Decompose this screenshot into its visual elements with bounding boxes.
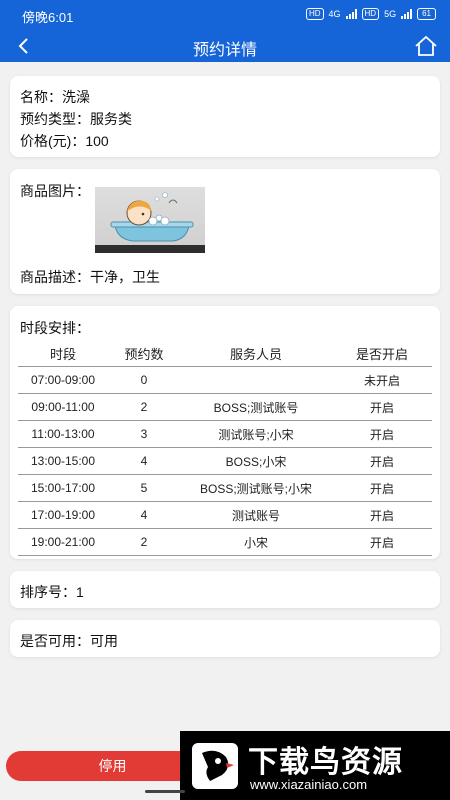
slot-staff: BOSS;测试账号;小宋 xyxy=(180,474,332,502)
slot-staff: 测试账号;小宋 xyxy=(180,420,332,448)
slot-enabled: 开启 xyxy=(332,393,432,421)
table-row: 19:00-21:00 2 小宋 开启 xyxy=(18,528,432,556)
network-4g-label: 4G xyxy=(328,9,341,19)
slot-enabled: 开启 xyxy=(332,447,432,475)
slot-time: 09:00-11:00 xyxy=(18,393,108,421)
slot-enabled: 开启 xyxy=(332,528,432,556)
nav-bar: 预约详情 xyxy=(0,30,450,62)
slot-time: 13:00-15:00 xyxy=(18,447,108,475)
sort-card: 排序号：1 xyxy=(10,571,440,608)
slot-enabled: 开启 xyxy=(332,501,432,529)
basic-info-card: 名称：洗澡 预约类型：服务类 价格(元)：100 xyxy=(10,76,440,157)
slot-staff xyxy=(180,366,332,394)
gesture-bar xyxy=(145,790,185,793)
sort-text: 排序号：1 xyxy=(20,584,84,600)
slots-title: 时段安排： xyxy=(20,320,90,336)
slot-staff: BOSS;小宋 xyxy=(180,447,332,475)
table-row: 15:00-17:00 5 BOSS;测试账号;小宋 开启 xyxy=(18,474,432,502)
table-row: 11:00-13:00 3 测试账号;小宋 开启 xyxy=(18,420,432,448)
name-text: 名称：洗澡 xyxy=(20,89,90,105)
slot-count: 2 xyxy=(108,528,180,556)
slot-staff: BOSS;测试账号 xyxy=(180,393,332,421)
slot-count: 0 xyxy=(108,366,180,394)
slot-time: 17:00-19:00 xyxy=(18,501,108,529)
slot-count: 3 xyxy=(108,420,180,448)
slot-enabled: 开启 xyxy=(332,474,432,502)
slot-count: 4 xyxy=(108,447,180,475)
table-header-row: 时段 预约数 服务人员 是否开启 xyxy=(18,340,432,367)
battery-icon: 61 xyxy=(417,8,436,20)
slot-time: 15:00-17:00 xyxy=(18,474,108,502)
watermark-banner: 下载鸟资源 www.xiazainiao.com xyxy=(180,731,450,800)
table-row: 17:00-19:00 4 测试账号 开启 xyxy=(18,501,432,529)
col-header-staff: 服务人员 xyxy=(180,340,332,367)
goods-image[interactable] xyxy=(95,187,205,253)
table-row: 09:00-11:00 2 BOSS;测试账号 开启 xyxy=(18,393,432,421)
table-row: 13:00-15:00 4 BOSS;小宋 开启 xyxy=(18,447,432,475)
slot-count: 5 xyxy=(108,474,180,502)
goods-card: 商品图片： 商品描述：干净，卫生 xyxy=(10,169,440,294)
slot-enabled: 未开启 xyxy=(332,366,432,394)
status-time: 傍晚6:01 xyxy=(22,10,74,25)
slot-staff: 小宋 xyxy=(180,528,332,556)
goods-desc-text: 商品描述：干净，卫生 xyxy=(20,269,160,285)
slot-staff: 测试账号 xyxy=(180,501,332,529)
slot-enabled: 开启 xyxy=(332,420,432,448)
col-header-time: 时段 xyxy=(18,340,108,367)
status-icons: HD 4G HD 5G 61 xyxy=(305,8,436,20)
hd-badge-2: HD xyxy=(361,8,380,20)
signal-icon-2 xyxy=(401,9,413,19)
slot-count: 2 xyxy=(108,393,180,421)
watermark-url: www.xiazainiao.com xyxy=(250,777,368,792)
slots-table: 时段 预约数 服务人员 是否开启 07:00-09:00 0 未开启 09:00… xyxy=(18,340,432,556)
page-title: 预约详情 xyxy=(192,42,257,59)
slot-count: 4 xyxy=(108,501,180,529)
goods-image-label: 商品图片： xyxy=(20,183,90,199)
col-header-enabled: 是否开启 xyxy=(332,340,432,367)
availability-text: 是否可用：可用 xyxy=(20,633,118,649)
home-icon[interactable] xyxy=(414,34,438,58)
table-row: 07:00-09:00 0 未开启 xyxy=(18,366,432,394)
slot-time: 19:00-21:00 xyxy=(18,528,108,556)
status-bar: 傍晚6:01 HD 4G HD 5G 61 xyxy=(0,0,450,30)
slot-time: 07:00-09:00 xyxy=(18,366,108,394)
col-header-count: 预约数 xyxy=(108,340,180,367)
price-text: 价格(元)：100 xyxy=(20,133,109,149)
signal-icon xyxy=(345,9,357,19)
watermark-logo xyxy=(192,743,238,789)
time-slots-card: 时段安排： 时段 预约数 服务人员 是否开启 07:00-09:00 0 未开启… xyxy=(10,306,440,559)
availability-card: 是否可用：可用 xyxy=(10,620,440,657)
type-text: 预约类型：服务类 xyxy=(20,111,132,127)
hd-badge: HD xyxy=(305,8,324,20)
watermark-title: 下载鸟资源 xyxy=(248,746,403,779)
network-5g-label: 5G xyxy=(384,9,397,19)
slot-time: 11:00-13:00 xyxy=(18,420,108,448)
